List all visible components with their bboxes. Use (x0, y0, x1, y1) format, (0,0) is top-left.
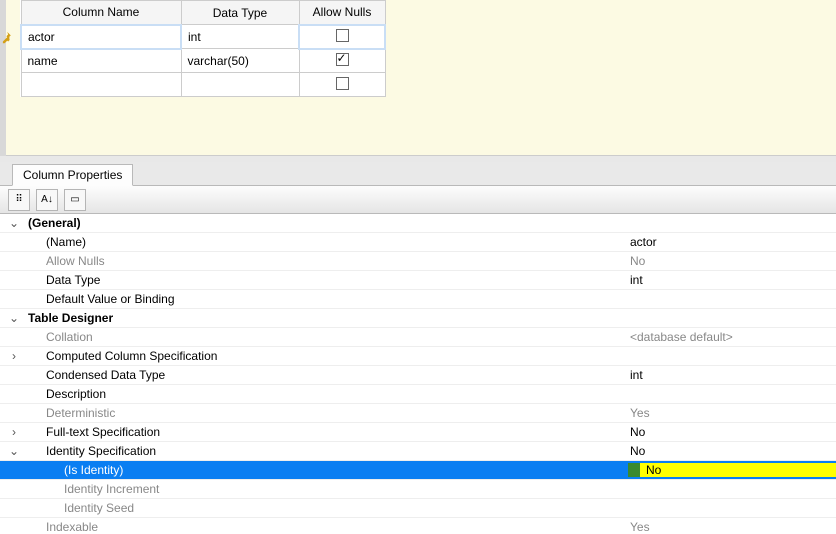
checkbox-icon[interactable] (336, 53, 349, 66)
tab-column-properties[interactable]: Column Properties (12, 164, 133, 186)
property-label: Collation (28, 330, 93, 344)
chevron-down-icon[interactable]: ⌄ (0, 444, 28, 458)
property-label: Identity Seed (28, 501, 134, 515)
chevron-right-icon[interactable]: › (0, 349, 28, 363)
property-row[interactable]: ⌄(General) (0, 214, 836, 233)
property-label: Computed Column Specification (28, 349, 217, 363)
property-row[interactable]: Indexable Yes (0, 518, 836, 534)
property-row[interactable]: Description (0, 385, 836, 404)
properties-pane: Column Properties ⠿ A↓ ▭ ⌄(General)(Name… (0, 162, 836, 534)
property-row[interactable]: Condensed Data Type int (0, 366, 836, 385)
cell-data-type[interactable] (181, 73, 299, 97)
table-row[interactable] (21, 73, 385, 97)
property-label: Identity Increment (28, 482, 159, 496)
property-label: Deterministic (28, 406, 115, 420)
property-value[interactable]: No (628, 463, 836, 477)
property-row[interactable]: ›Computed Column Specification (0, 347, 836, 366)
property-value[interactable]: No (628, 425, 836, 439)
columns-table[interactable]: Column Name Data Type Allow Nulls actor … (20, 0, 386, 97)
vertical-scrollbar-stub (0, 0, 6, 156)
table-header-row: Column Name Data Type Allow Nulls (21, 1, 385, 25)
key-icon (2, 31, 16, 45)
property-label: Identity Specification (28, 444, 156, 458)
property-value[interactable]: No (628, 254, 836, 268)
property-row[interactable]: ›Full-text Specification No (0, 423, 836, 442)
property-row[interactable]: Collation <database default> (0, 328, 836, 347)
property-row[interactable]: Allow Nulls No (0, 252, 836, 271)
property-row[interactable]: (Name) actor (0, 233, 836, 252)
header-column-name[interactable]: Column Name (21, 1, 181, 25)
property-value[interactable]: int (628, 273, 836, 287)
property-pages-button[interactable]: ▭ (64, 189, 86, 211)
properties-toolbar: ⠿ A↓ ▭ (0, 186, 836, 214)
cell-allow-nulls[interactable] (299, 25, 385, 49)
cell-column-name[interactable] (21, 73, 181, 97)
property-value[interactable]: No (628, 444, 836, 458)
cell-allow-nulls[interactable] (299, 73, 385, 97)
cell-data-type[interactable]: varchar(50) (181, 49, 299, 73)
alphabetical-button[interactable]: A↓ (36, 189, 58, 211)
column-grid-pane: Column Name Data Type Allow Nulls actor … (0, 0, 836, 156)
property-label: Indexable (28, 520, 98, 534)
property-row[interactable]: Identity Increment (0, 480, 836, 499)
property-value[interactable]: int (628, 368, 836, 382)
property-row[interactable]: Default Value or Binding (0, 290, 836, 309)
header-data-type[interactable]: Data Type (181, 1, 299, 25)
property-label: (Name) (28, 235, 86, 249)
cell-column-name[interactable]: actor (21, 25, 181, 49)
tab-strip: Column Properties (0, 162, 836, 186)
property-label: (Is Identity) (28, 463, 123, 477)
property-value[interactable]: <database default> (628, 330, 836, 344)
property-row[interactable]: Deterministic Yes (0, 404, 836, 423)
cell-column-name[interactable]: name (21, 49, 181, 73)
categorized-button[interactable]: ⠿ (8, 189, 30, 211)
property-label: Default Value or Binding (28, 292, 175, 306)
cell-allow-nulls[interactable] (299, 49, 385, 73)
checkbox-icon[interactable] (336, 77, 349, 90)
property-value[interactable]: actor (628, 235, 836, 249)
property-label: (General) (28, 216, 81, 230)
table-row[interactable]: actor int (21, 25, 385, 49)
header-allow-nulls[interactable]: Allow Nulls (299, 1, 385, 25)
property-value[interactable]: Yes (628, 520, 836, 534)
chevron-down-icon[interactable]: ⌄ (0, 311, 28, 325)
property-row[interactable]: ⌄Table Designer (0, 309, 836, 328)
property-label: Allow Nulls (28, 254, 105, 268)
properties-list[interactable]: ⌄(General)(Name)actorAllow NullsNoData T… (0, 214, 836, 534)
chevron-right-icon[interactable]: › (0, 425, 28, 439)
property-label: Description (28, 387, 106, 401)
property-row[interactable]: (Is Identity) No (0, 461, 836, 480)
table-row[interactable]: name varchar(50) (21, 49, 385, 73)
property-value[interactable]: Yes (628, 406, 836, 420)
property-row[interactable]: Data Type int (0, 271, 836, 290)
property-row[interactable]: Identity Seed (0, 499, 836, 518)
property-label: Table Designer (28, 311, 113, 325)
checkbox-icon[interactable] (336, 29, 349, 42)
property-row[interactable]: ⌄Identity Specification No (0, 442, 836, 461)
cell-data-type[interactable]: int (181, 25, 299, 49)
property-label: Condensed Data Type (28, 368, 165, 382)
chevron-down-icon[interactable]: ⌄ (0, 216, 28, 230)
property-label: Full-text Specification (28, 425, 160, 439)
property-label: Data Type (28, 273, 100, 287)
row-indicator-pk (0, 26, 18, 50)
